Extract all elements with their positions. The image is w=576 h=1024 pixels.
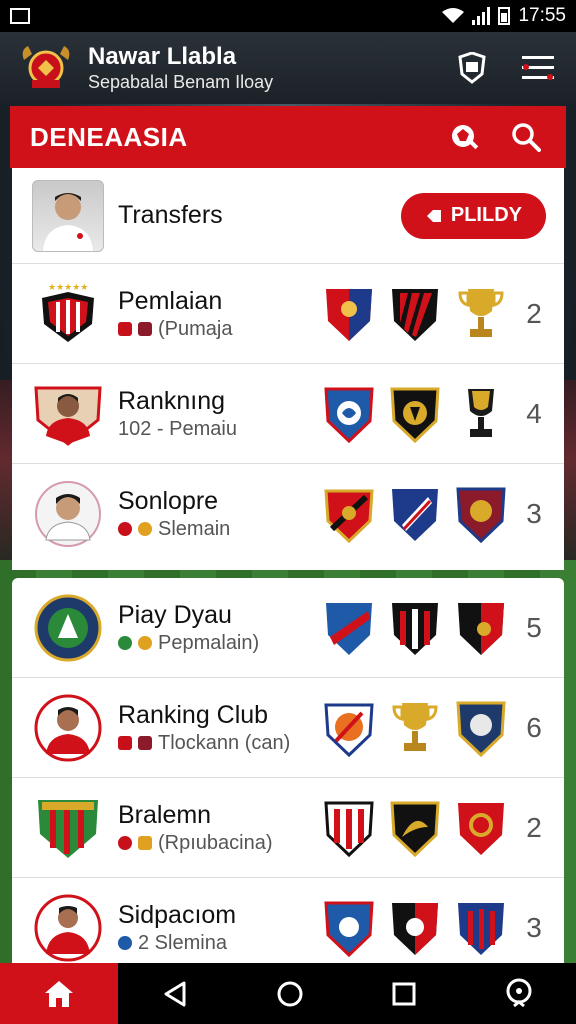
row-count: 3 <box>526 912 542 943</box>
crest-group <box>322 597 508 659</box>
crest-icon <box>392 602 438 655</box>
ranking-card-bottom: Piay Dyau Pepmalain) 5 Ranking Club Tloc… <box>12 578 564 963</box>
row-subtitle: (Rpıubacina) <box>118 830 322 856</box>
search-icon[interactable] <box>506 117 546 157</box>
list-item[interactable]: Piay Dyau Pepmalain) 5 <box>12 578 564 678</box>
row-subtitle: 102 - Pemaiu <box>118 417 237 440</box>
crest-icon <box>324 387 374 443</box>
list-item[interactable]: Ranking Club Tlockann (can) 6 <box>12 678 564 778</box>
section-title: DENEAASIA <box>30 121 188 152</box>
crest-icon <box>458 903 504 955</box>
row-subtitle: Tlockann (can) <box>118 730 322 756</box>
signal-icon <box>472 7 491 25</box>
team-crest-avatar <box>38 799 98 858</box>
section-bar: DENEAASIA <box>10 106 566 168</box>
club-badge-avatar <box>34 594 102 661</box>
circle-home-icon[interactable] <box>233 963 348 1024</box>
crest-icon <box>456 487 506 544</box>
row-count: 2 <box>526 297 542 329</box>
row-title: Pemlaian <box>118 286 223 315</box>
crest-icon <box>326 288 372 341</box>
crest-icon <box>324 703 374 757</box>
ball-icon[interactable] <box>444 117 484 157</box>
ranking-card-top: Transfers PLILDY ★★★★★ Pemlaian (Pumaja … <box>12 168 564 570</box>
player-avatar <box>34 894 102 962</box>
assistant-icon[interactable] <box>462 963 576 1024</box>
row-subtitle: (Pumaja <box>118 316 322 342</box>
menu-icon[interactable] <box>518 48 558 88</box>
row-title: Sonlopre <box>118 487 219 515</box>
wifi-icon <box>442 8 465 23</box>
row-subtitle: Slemain <box>118 516 322 542</box>
crest-group <box>322 483 508 545</box>
notification-icon <box>10 8 30 24</box>
trophy-icon <box>458 288 504 337</box>
player-avatar <box>34 694 102 761</box>
bottom-nav <box>0 963 576 1024</box>
row-count: 3 <box>526 498 542 529</box>
crest-icon <box>392 903 438 955</box>
app-header: Nawar Llabla Sepabalal Benam Iloay <box>0 32 576 104</box>
back-icon[interactable] <box>118 963 233 1024</box>
player-avatar <box>35 481 101 547</box>
crest-icon <box>390 801 440 857</box>
app-subtitle: Sepabalal Benam Iloay <box>88 72 274 92</box>
row-title: Sidpacıom <box>118 901 237 929</box>
square-recents-icon[interactable] <box>347 963 462 1024</box>
list-item[interactable]: Sonlopre Slemain 3 <box>12 464 564 564</box>
trophy-icon <box>468 388 494 437</box>
crest-icon <box>390 387 440 443</box>
row-title: Ranknıng <box>118 386 226 415</box>
crest-icon <box>458 602 504 655</box>
status-bar: 17:55 <box>0 0 576 32</box>
list-item[interactable]: Ranknıng 102 - Pemaiu 4 <box>12 364 564 464</box>
list-item[interactable]: ★★★★★ Pemlaian (Pumaja 2 <box>12 264 564 364</box>
crest-icon <box>392 489 438 541</box>
row-count: 6 <box>526 711 542 743</box>
crest-icon <box>324 489 374 544</box>
list-item[interactable]: Bralemn (Rpıubacina) 2 <box>12 778 564 878</box>
app-title: Nawar Llabla <box>88 43 237 70</box>
row-title: Ranking Club <box>118 700 269 729</box>
crest-group <box>322 797 508 859</box>
row-count: 4 <box>526 397 542 429</box>
trophy-icon <box>392 702 438 751</box>
row-count: 2 <box>526 811 542 843</box>
crest-icon <box>392 288 438 341</box>
row-subtitle: Pepmalain) <box>118 630 322 656</box>
home-icon[interactable] <box>0 963 118 1024</box>
play-button[interactable]: PLILDY <box>400 192 546 239</box>
club-logo <box>22 46 70 88</box>
row-count: 5 <box>526 611 542 643</box>
play-button-label: PLILDY <box>450 204 522 226</box>
svg-text:★★★★★: ★★★★★ <box>48 282 88 292</box>
battery-icon <box>498 7 511 25</box>
row-subtitle: 2 Slemina <box>118 930 322 956</box>
crest-group <box>322 897 508 959</box>
transfers-row[interactable]: Transfers PLILDY <box>12 168 564 264</box>
row-title: Piay Dyau <box>118 600 232 629</box>
crest-group <box>322 697 508 759</box>
crest-icon <box>326 602 372 655</box>
crest-icon <box>324 801 374 857</box>
player-photo <box>32 179 104 252</box>
transfers-label: Transfers <box>118 201 223 229</box>
crest-icon <box>324 901 374 958</box>
crest-icon <box>456 701 506 757</box>
crest-icon <box>458 802 504 855</box>
row-title: Bralemn <box>118 800 212 829</box>
team-crest-avatar: ★★★★★ <box>42 282 94 342</box>
tag-icon <box>426 209 441 222</box>
shield-icon[interactable] <box>452 48 492 88</box>
player-avatar <box>34 386 102 446</box>
clock: 17:55 <box>518 5 566 26</box>
crest-group <box>322 383 508 445</box>
crest-group <box>322 283 508 345</box>
